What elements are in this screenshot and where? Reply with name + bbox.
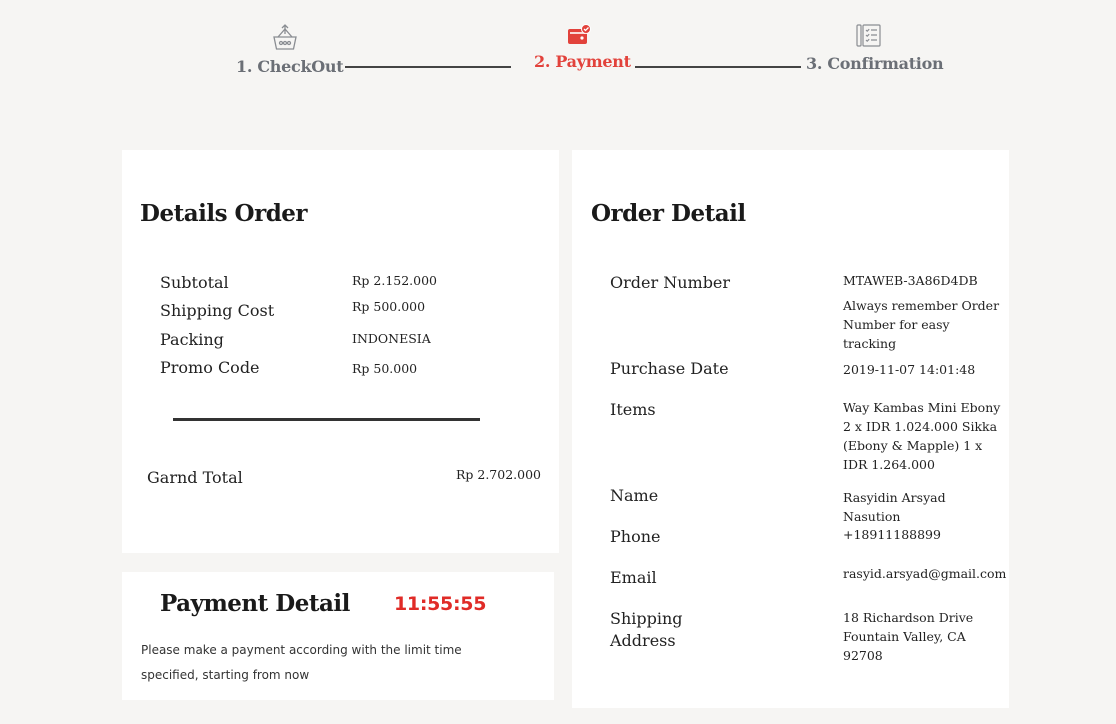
items-value: Way Kambas Mini Ebony 2 x IDR 1.024.000 … <box>843 400 1001 472</box>
shipping-cost-value: Rp 500.000 <box>352 299 426 314</box>
step-checkout[interactable]: 1. CheckOut <box>236 24 344 76</box>
basket-icon <box>273 24 297 50</box>
step-confirmation[interactable]: 3. Confirmation <box>806 24 944 73</box>
order-detail-title: Order Detail <box>591 200 746 227</box>
packing-value: INDONESIA <box>352 331 431 346</box>
shipping-address-label: Shipping Address <box>610 609 683 650</box>
details-order-title: Details Order <box>140 200 308 227</box>
divider <box>173 418 480 421</box>
name-value: Rasyidin Arsyad Nasution <box>843 490 946 524</box>
step-connector <box>345 66 511 68</box>
checklist-icon <box>856 24 881 47</box>
payment-detail-card: Payment Detail 11:55:55 Please make a pa… <box>122 572 554 700</box>
countdown-timer: 11:55:55 <box>394 593 487 615</box>
grand-total-value: Rp 2.702.000 <box>455 467 541 482</box>
phone-value: +18911188899 <box>843 527 941 542</box>
grand-total-label: Garnd Total <box>147 468 243 487</box>
packing-label: Packing <box>160 330 224 349</box>
step-connector <box>635 66 801 68</box>
purchase-date-value: 2019-11-07 14:01:48 <box>843 362 976 377</box>
subtotal-row: Subtotal Rp 2.152.000 <box>160 273 520 299</box>
step-label: 1. CheckOut <box>236 57 344 76</box>
wallet-icon <box>568 24 591 44</box>
items-label: Items <box>610 400 656 419</box>
email-label: Email <box>610 568 657 587</box>
details-order-card: Details Order Subtotal Rp 2.152.000 Ship… <box>122 150 559 553</box>
payment-detail-title: Payment Detail <box>160 590 350 617</box>
name-label: Name <box>610 486 659 505</box>
phone-label: Phone <box>610 527 661 546</box>
order-number-value: MTAWEB-3A86D4DB <box>843 273 978 288</box>
packing-row: Packing INDONESIA <box>160 330 520 356</box>
subtotal-value: Rp 2.152.000 <box>352 273 438 288</box>
promo-code-label: Promo Code <box>160 358 260 377</box>
order-number-label: Order Number <box>610 273 731 292</box>
order-detail-card: Order Detail Order Number MTAWEB-3A86D4D… <box>572 150 1009 708</box>
shipping-cost-row: Shipping Cost Rp 500.000 <box>160 299 520 327</box>
purchase-date-label: Purchase Date <box>610 359 729 378</box>
step-label: 3. Confirmation <box>806 54 944 73</box>
step-label: 2. Payment <box>534 52 631 71</box>
promo-code-row: Promo Code Rp 50.000 <box>160 358 520 384</box>
email-value: rasyid.arsyad@gmail.com <box>843 566 1007 581</box>
checkout-stepper: 1. CheckOut 2. Payment 3. Confirmation <box>0 0 1116 100</box>
payment-instruction: Please make a payment according with the… <box>141 643 462 682</box>
shipping-address-value: 18 Richardson Drive Fountain Valley, CA … <box>843 610 974 663</box>
order-number-note: Always remember Order Number for easy tr… <box>843 298 1000 351</box>
promo-code-value: Rp 50.000 <box>352 361 418 376</box>
shipping-cost-label: Shipping Cost <box>160 301 275 320</box>
order-number-block: MTAWEB-3A86D4DB Always remember Order Nu… <box>843 271 1005 353</box>
subtotal-label: Subtotal <box>160 273 229 292</box>
step-payment[interactable]: 2. Payment <box>534 24 631 71</box>
